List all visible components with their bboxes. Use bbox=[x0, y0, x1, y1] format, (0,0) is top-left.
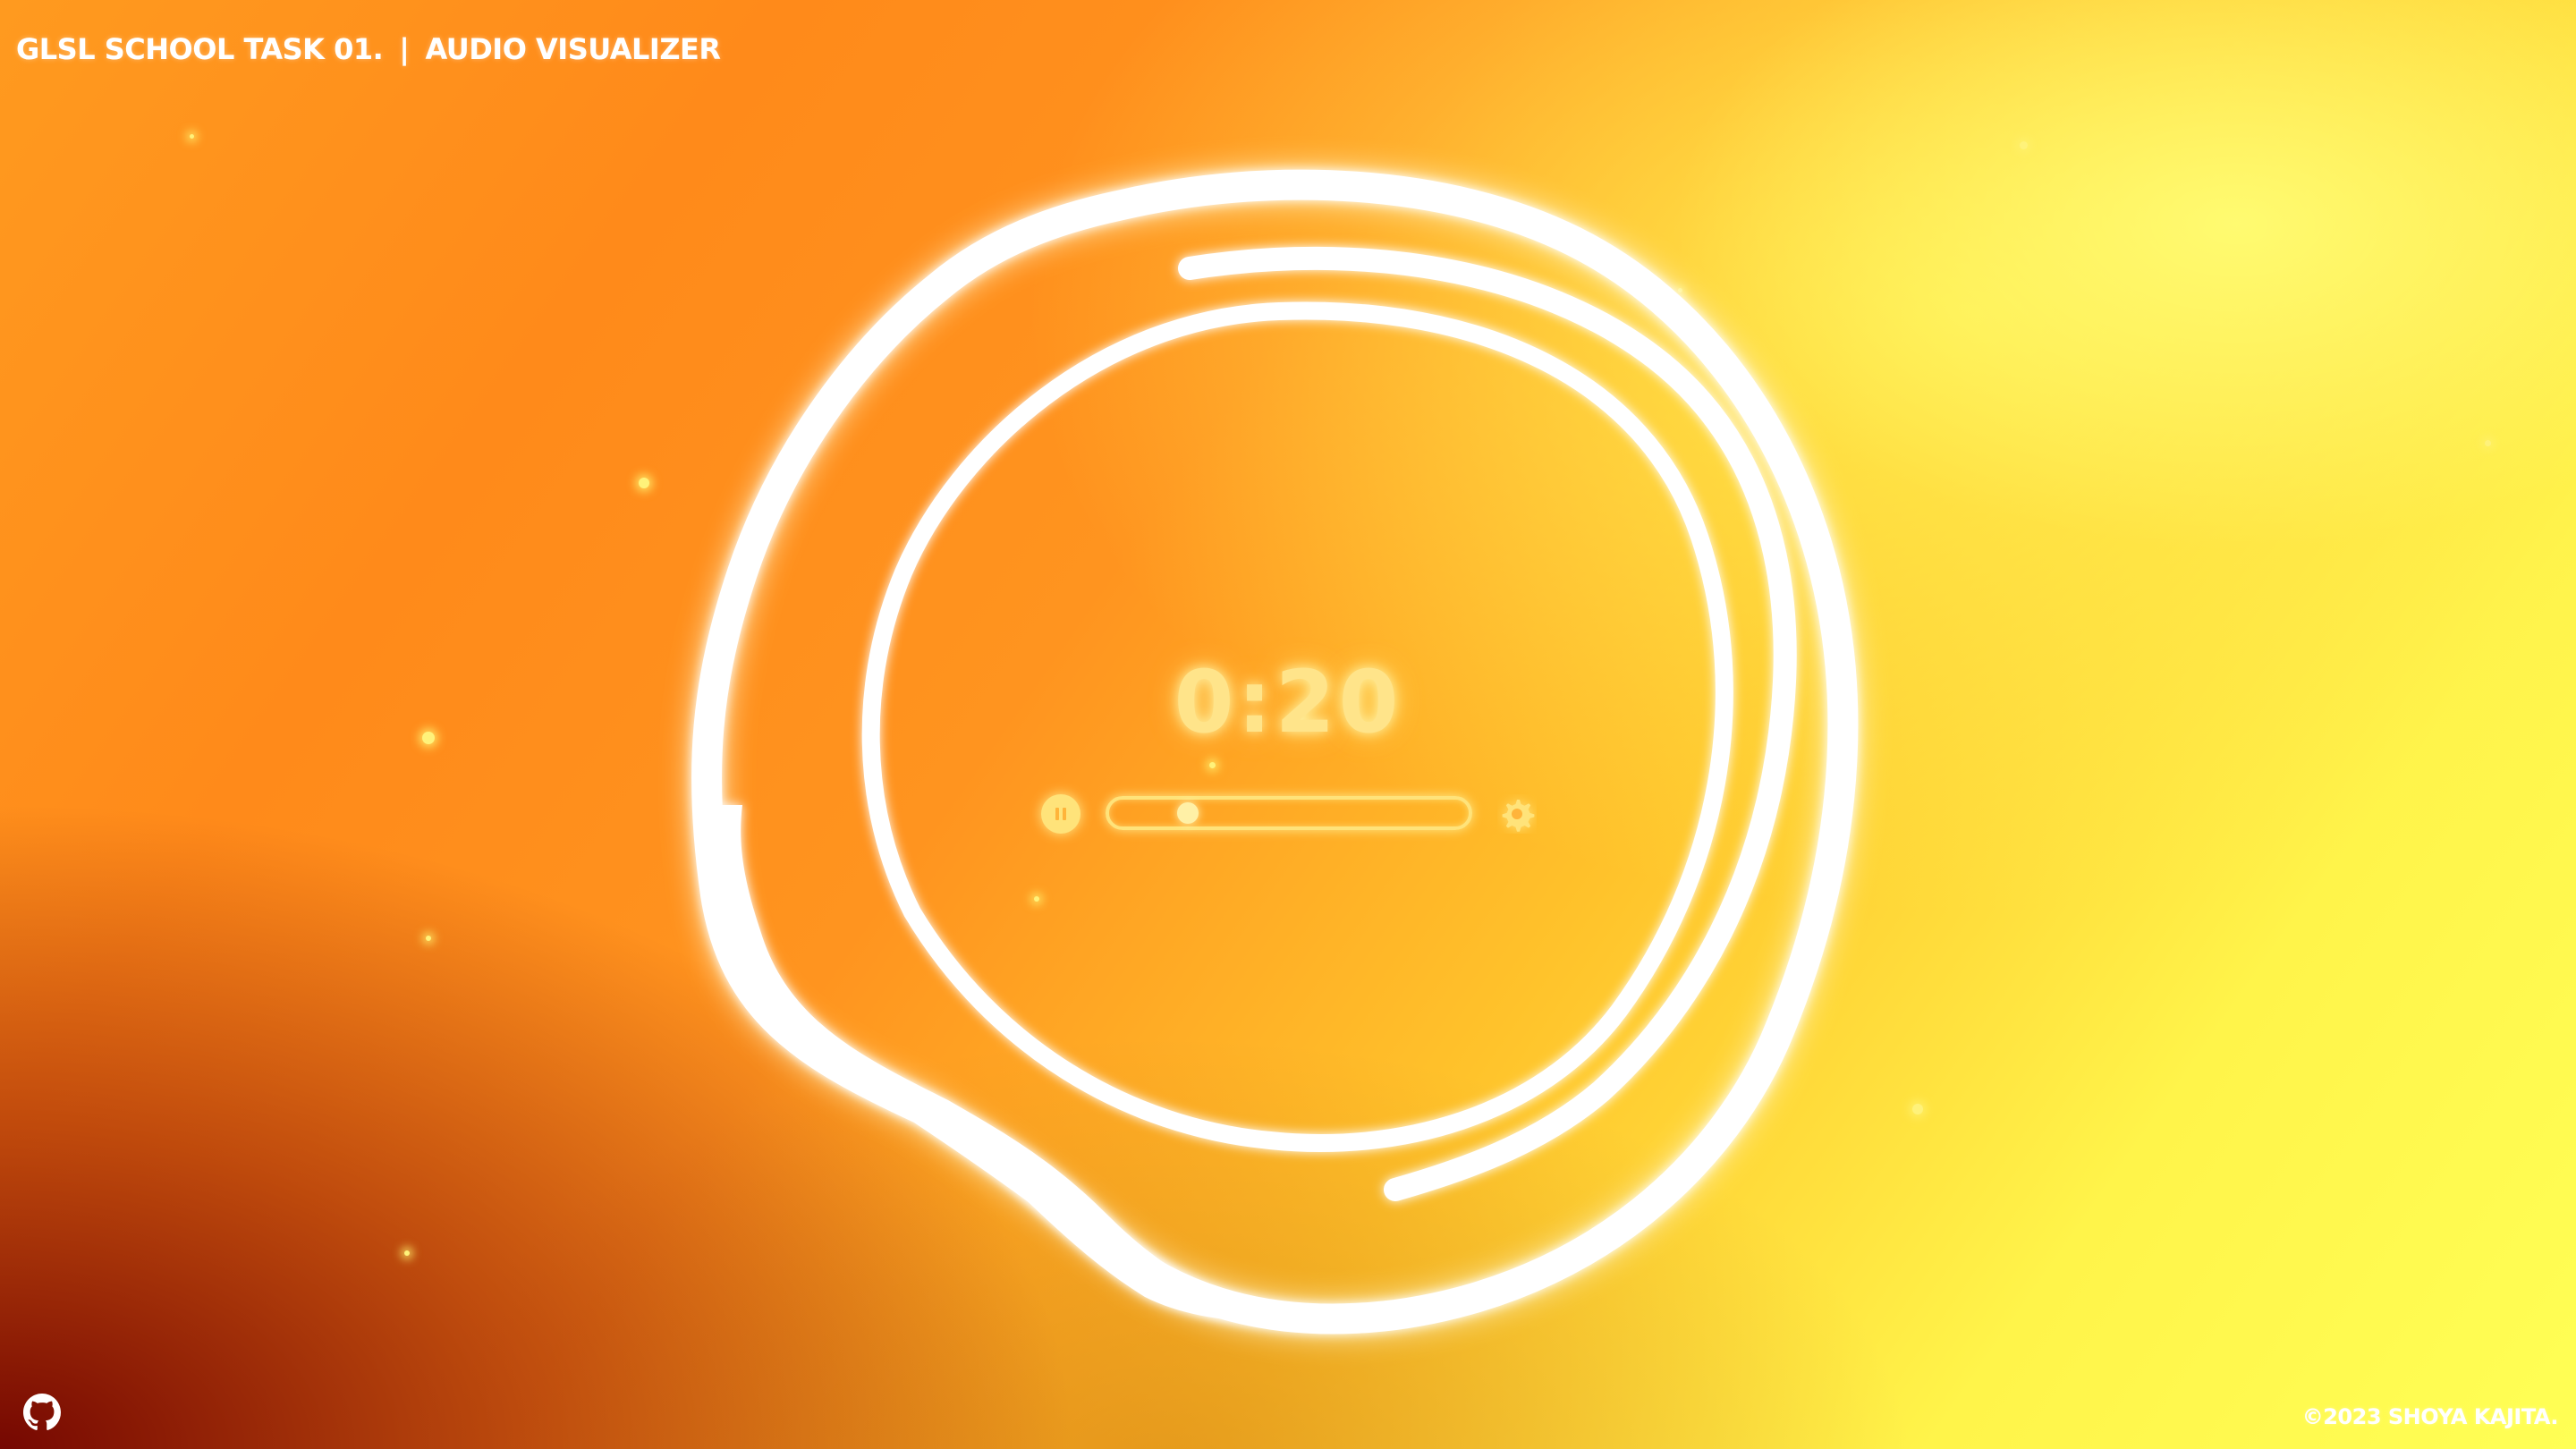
page-header: GLSL SCHOOL TASK 01. | AUDIO VISUALIZER bbox=[16, 32, 721, 66]
github-link[interactable] bbox=[23, 1394, 61, 1431]
page-subtitle: AUDIO VISUALIZER bbox=[425, 32, 721, 66]
seek-progress-fill bbox=[1109, 800, 1188, 826]
settings-button[interactable] bbox=[1497, 794, 1537, 834]
task-label: GLSL SCHOOL TASK 01. bbox=[16, 32, 384, 66]
seek-slider[interactable] bbox=[1106, 796, 1472, 830]
seek-handle[interactable] bbox=[1176, 802, 1199, 824]
playback-time: 0:20 bbox=[1174, 652, 1402, 752]
copyright-text: ©2023 SHOYA KAJITA. bbox=[2301, 1404, 2559, 1429]
player-controls bbox=[1038, 789, 1547, 839]
header-separator: | bbox=[399, 32, 410, 66]
pause-button[interactable] bbox=[1041, 794, 1080, 834]
github-icon bbox=[23, 1394, 61, 1430]
gear-icon bbox=[1502, 800, 1535, 832]
